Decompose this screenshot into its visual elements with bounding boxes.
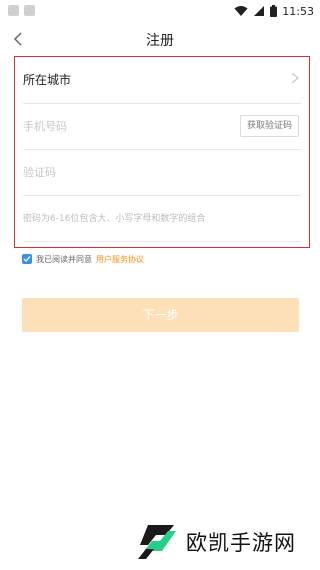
clock: 11:53 — [282, 4, 314, 18]
watermark-text: 欧凯手游网 — [186, 531, 296, 555]
agree-checkbox[interactable] — [22, 254, 32, 264]
notification-icon — [8, 5, 19, 16]
code-input[interactable]: 验证码 — [23, 164, 56, 180]
terms-link[interactable]: 用户服务协议 — [96, 254, 144, 265]
phone-input[interactable]: 手机号码 — [23, 118, 67, 134]
phone-field[interactable]: 手机号码 获取验证码 — [23, 103, 301, 150]
wifi-icon — [234, 6, 248, 16]
brand-logo-icon — [138, 525, 176, 559]
check-icon — [23, 256, 31, 262]
password-field[interactable]: 密码为6-16位包含大、小写字母和数字的组合 — [23, 195, 301, 242]
agreement-text: 我已阅读并同意 — [36, 254, 92, 264]
battery-icon — [270, 5, 278, 17]
agreement: 我已阅读并同意 用户服务协议 — [22, 253, 144, 265]
city-selector[interactable]: 所在城市 — [23, 57, 301, 104]
password-input[interactable]: 密码为6-16位包含大、小写字母和数字的组合 — [23, 211, 205, 224]
watermark: 欧凯手游网 — [134, 522, 296, 562]
chevron-right-icon — [291, 72, 299, 84]
city-label: 所在城市 — [23, 73, 72, 87]
registration-form: 所在城市 手机号码 获取验证码 验证码 密码为6-16位包含大、小写字母和数字的… — [14, 56, 310, 248]
page-title: 注册 — [146, 33, 174, 49]
status-indicators: 11:53 — [234, 3, 314, 19]
status-bar: 11:53 — [0, 0, 320, 22]
nav-bar: 注册 — [0, 22, 320, 56]
notification-icon — [24, 5, 35, 16]
signal-icon — [254, 6, 265, 16]
code-field[interactable]: 验证码 — [23, 149, 301, 196]
next-button[interactable]: 下一步 — [22, 298, 299, 332]
get-code-button[interactable]: 获取验证码 — [239, 115, 299, 137]
